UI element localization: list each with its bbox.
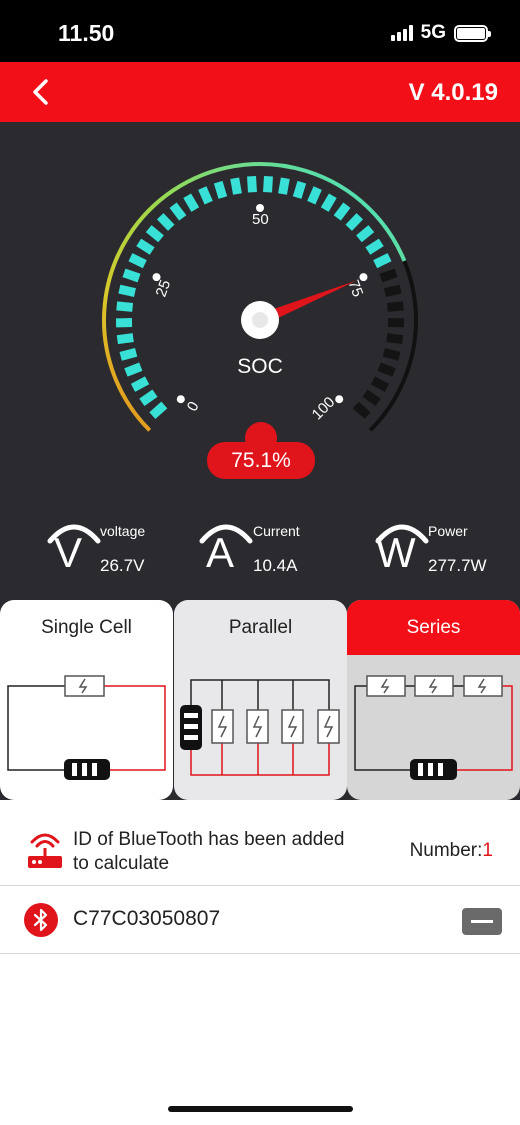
single-cell-diagram (7, 675, 166, 780)
device-list-item[interactable]: C77C03050807 (0, 887, 520, 954)
soc-gauge (102, 162, 418, 432)
gauge-segment (370, 376, 390, 392)
soc-value-badge: 75.1% (207, 442, 315, 479)
tab-parallel-label: Parallel (228, 617, 293, 638)
gauge-segment (136, 238, 155, 255)
gauge-segment (169, 202, 187, 221)
router-icon (28, 833, 62, 868)
soc-label: SOC (237, 355, 283, 378)
gauge-segment (386, 333, 404, 345)
soc-dashboard: 0 25 50 75 100 SOC 75.1% V voltage 26.7V… (0, 122, 520, 600)
tick-label-50: 50 (252, 211, 269, 228)
gauge-segment (213, 180, 228, 199)
gauge-segment (122, 268, 141, 283)
gauge-segment (139, 389, 158, 407)
tab-series[interactable]: Series (347, 600, 520, 800)
status-icons: 5G (390, 22, 491, 44)
status-time: 11.50 (58, 20, 115, 46)
gauge-segment (156, 213, 175, 231)
bluetooth-info-row: ID of BlueTooth has been added to calcul… (0, 812, 520, 886)
remove-device-button[interactable] (462, 908, 502, 935)
gauge-segment (373, 253, 392, 269)
gauge-segment (128, 253, 147, 269)
gauge-segment (386, 301, 404, 312)
gauge-segment (345, 213, 364, 231)
power-metric: W Power 277.7W (374, 519, 514, 579)
battery-icon (454, 24, 491, 42)
connection-mode-tabs: Single Cell Parallel Series (0, 600, 520, 800)
gauge-segment (247, 175, 257, 193)
current-value: 10.4A (253, 556, 298, 575)
gauge-segment (356, 225, 375, 243)
gauge-needle-hub-center (252, 312, 268, 328)
gauge-segment (379, 268, 398, 283)
power-value: 277.7W (428, 556, 487, 575)
gauge-segment (384, 284, 402, 297)
tab-single-cell[interactable]: Single Cell (0, 600, 173, 800)
gauge-segment (377, 362, 396, 377)
chevron-left-icon (33, 79, 48, 105)
voltage-metric: V voltage 26.7V (46, 519, 186, 579)
gauge-segment (292, 180, 307, 199)
bluetooth-info-text: ID of BlueTooth has been added to calcul… (73, 829, 345, 874)
voltage-value: 26.7V (100, 556, 145, 575)
bluetooth-section: ID of BlueTooth has been added to calcul… (0, 800, 520, 1125)
gauge-segment (118, 284, 136, 297)
gauge-segment (116, 301, 134, 312)
gauge-segment (362, 389, 381, 407)
device-count: Number:1 (410, 840, 493, 862)
gauge-outer-arc (102, 162, 418, 432)
device-count-label: Number: (409, 840, 483, 861)
soc-value: 75.1% (231, 449, 291, 472)
gauge-segment (333, 202, 351, 221)
current-metric: A Current 10.4A (198, 519, 338, 579)
gauge-tick-dot (176, 395, 185, 404)
gauge-segment (365, 238, 384, 255)
gauge-segment (320, 193, 337, 212)
tab-series-label: Series (347, 600, 520, 655)
power-label: Power (428, 523, 468, 539)
tab-single-cell-label: Single Cell (41, 617, 132, 638)
device-count-value: 1 (482, 840, 493, 861)
home-indicator (168, 1106, 353, 1112)
power-symbol: W (376, 529, 416, 576)
gauge-needle (241, 280, 358, 339)
series-diagram (354, 675, 513, 780)
gauge-active-arc (102, 162, 407, 432)
gauge-segment (230, 177, 242, 195)
gauge-segment (130, 376, 150, 392)
gauge-segment (119, 347, 138, 361)
gauge-segment (116, 333, 134, 345)
gauge-segment (183, 193, 200, 212)
gauge-segment (278, 177, 290, 195)
network-type: 5G (420, 22, 446, 43)
gauge-segment (382, 347, 401, 361)
voltage-label: voltage (100, 523, 146, 539)
gauge-segment (149, 401, 168, 420)
gauge-tick-dot (335, 395, 344, 404)
gauge-segment (145, 225, 164, 243)
back-button[interactable] (28, 76, 58, 108)
app-version: V 4.0.19 (408, 79, 498, 106)
gauge-segment (352, 401, 371, 420)
parallel-diagram (180, 679, 340, 776)
current-symbol: A (206, 529, 235, 576)
device-id: C77C03050807 (73, 907, 221, 930)
voltage-symbol: V (54, 529, 83, 576)
status-bar: 11.50 5G (0, 0, 520, 62)
bluetooth-icon (24, 903, 58, 937)
signal-icon (390, 25, 413, 41)
tab-parallel[interactable]: Parallel (174, 600, 347, 800)
app-header: V 4.0.19 (0, 62, 520, 122)
gauge-segment (387, 318, 405, 328)
gauge-segment (115, 318, 133, 328)
gauge-segment (263, 175, 273, 193)
current-label: Current (253, 523, 300, 539)
gauge-segment (124, 362, 143, 377)
gauge-segment (307, 186, 322, 205)
gauge-segment (198, 186, 213, 205)
